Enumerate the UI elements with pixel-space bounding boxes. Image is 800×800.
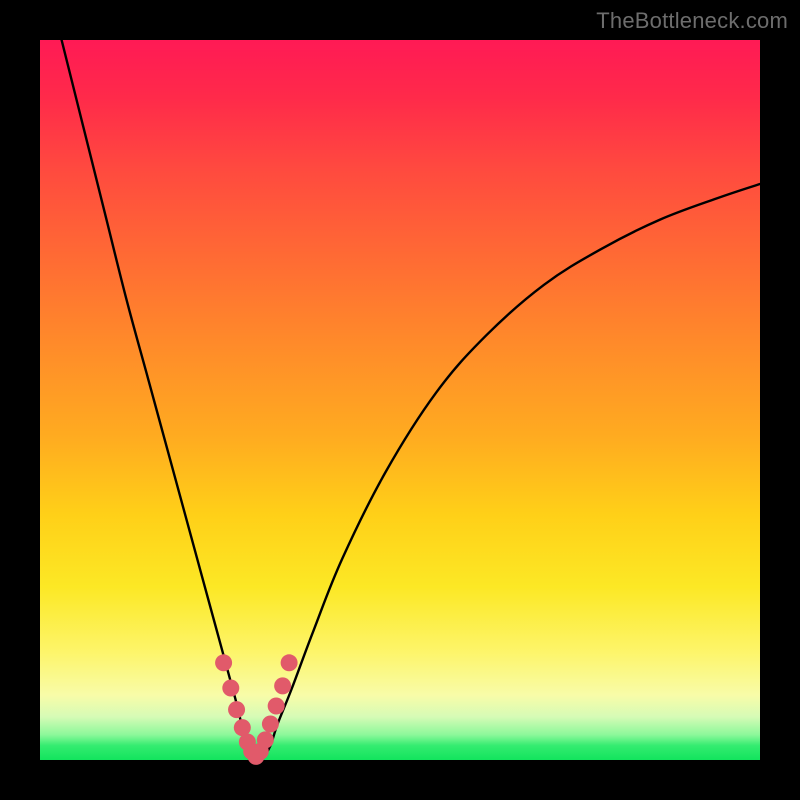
watermark-text: TheBottleneck.com	[596, 8, 788, 34]
plot-area	[40, 40, 760, 760]
highlight-dot	[228, 701, 245, 718]
curve-svg	[40, 40, 760, 760]
chart-frame: TheBottleneck.com	[0, 0, 800, 800]
highlight-dot	[262, 716, 279, 733]
highlight-dot	[274, 677, 291, 694]
highlight-dot	[257, 731, 274, 748]
highlight-dot	[215, 654, 232, 671]
highlight-dot	[281, 654, 298, 671]
bottleneck-curve	[62, 40, 760, 758]
highlight-dot	[222, 680, 239, 697]
highlight-dot	[268, 698, 285, 715]
